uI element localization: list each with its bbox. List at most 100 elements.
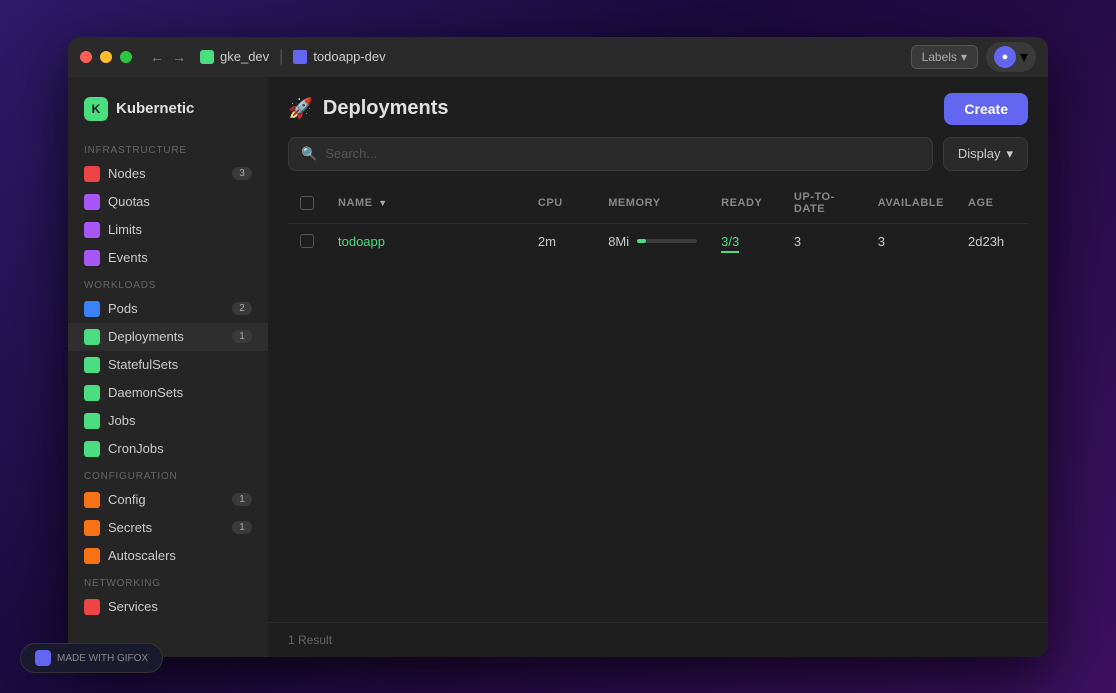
gifox-label: MADE WITH GIFOX: [57, 653, 148, 664]
page-title: Deployments: [323, 97, 935, 120]
memory-bar-fill: [637, 239, 646, 243]
th-available[interactable]: AVAILABLE: [866, 183, 956, 224]
jobs-icon: [84, 413, 100, 429]
statefulsets-label: StatefulSets: [108, 357, 252, 372]
cluster-name[interactable]: gke_dev: [220, 49, 269, 64]
deployments-icon: [84, 329, 100, 345]
table-container: NAME ▼ CPU MEMORY READY: [268, 183, 1048, 622]
gifox-icon: [35, 650, 51, 666]
ready-badge: 3/3: [721, 234, 739, 253]
sidebar-item-limits[interactable]: Limits: [68, 216, 268, 244]
memory-value: 8Mi: [608, 234, 629, 249]
row-age: 2d23h: [956, 223, 1028, 259]
nodes-badge: 3: [232, 167, 252, 180]
back-button[interactable]: ←: [150, 49, 164, 65]
th-uptodate[interactable]: UP-TO-DATE: [782, 183, 866, 224]
sidebar-item-pods[interactable]: Pods 2: [68, 295, 268, 323]
avatar-icon: ●: [1002, 51, 1009, 63]
row-cpu: 2m: [526, 223, 596, 259]
main-header: 🚀 Deployments Create: [268, 77, 1048, 137]
config-icon: [84, 492, 100, 508]
deployment-link[interactable]: todoapp: [338, 234, 385, 249]
sidebar-item-secrets[interactable]: Secrets 1: [68, 514, 268, 542]
forward-button[interactable]: →: [172, 49, 186, 65]
titlebar-right: Labels ▾ ● ▾: [911, 42, 1036, 72]
config-badge: 1: [232, 493, 252, 506]
autoscalers-label: Autoscalers: [108, 548, 252, 563]
th-name[interactable]: NAME ▼: [326, 183, 526, 224]
navigation-arrows: ← →: [150, 49, 186, 65]
select-all-checkbox[interactable]: [300, 196, 314, 210]
sidebar-item-nodes[interactable]: Nodes 3: [68, 160, 268, 188]
breadcrumb: gke_dev | todoapp-dev: [200, 48, 386, 66]
section-configuration: Configuration: [68, 463, 268, 486]
pods-badge: 2: [232, 302, 252, 315]
pods-label: Pods: [108, 301, 224, 316]
secrets-label: Secrets: [108, 520, 224, 535]
row-ready: 3/3: [709, 223, 782, 259]
row-available: 3: [866, 223, 956, 259]
section-workloads: Workloads: [68, 272, 268, 295]
search-icon: 🔍: [301, 146, 317, 162]
avatar: ●: [994, 46, 1016, 68]
jobs-label: Jobs: [108, 413, 252, 428]
sidebar-item-quotas[interactable]: Quotas: [68, 188, 268, 216]
secrets-icon: [84, 520, 100, 536]
create-button[interactable]: Create: [944, 93, 1028, 125]
labels-dropdown[interactable]: Labels ▾: [911, 45, 978, 69]
breadcrumb-separator: |: [279, 48, 283, 66]
search-box: 🔍: [288, 137, 933, 171]
result-count: 1 Result: [288, 633, 332, 647]
display-label: Display: [958, 146, 1001, 161]
search-input[interactable]: [325, 146, 920, 161]
nodes-label: Nodes: [108, 166, 224, 181]
gifox-badge: MADE WITH GIFOX: [20, 643, 163, 673]
deployments-label: Deployments: [108, 329, 224, 344]
sidebar-item-events[interactable]: Events: [68, 244, 268, 272]
user-menu[interactable]: ● ▾: [986, 42, 1036, 72]
sidebar-item-deployments[interactable]: Deployments 1: [68, 323, 268, 351]
limits-label: Limits: [108, 222, 252, 237]
sidebar-item-jobs[interactable]: Jobs: [68, 407, 268, 435]
quotas-icon: [84, 194, 100, 210]
deployments-badge: 1: [232, 330, 252, 343]
sidebar-item-daemonsets[interactable]: DaemonSets: [68, 379, 268, 407]
sidebar-item-config[interactable]: Config 1: [68, 486, 268, 514]
traffic-light-minimize[interactable]: [100, 51, 112, 63]
brand-icon: K: [84, 97, 108, 121]
cronjobs-label: CronJobs: [108, 441, 252, 456]
page-title-icon: 🚀: [288, 96, 313, 121]
sidebar: K Kubernetic Infrastructure Nodes 3 Quot…: [68, 77, 268, 657]
namespace-name[interactable]: todoapp-dev: [313, 49, 385, 64]
row-checkbox[interactable]: [300, 234, 314, 248]
daemonsets-icon: [84, 385, 100, 401]
sidebar-item-services[interactable]: Services: [68, 593, 268, 621]
th-checkbox: [288, 183, 326, 224]
traffic-light-close[interactable]: [80, 51, 92, 63]
sidebar-item-cronjobs[interactable]: CronJobs: [68, 435, 268, 463]
services-icon: [84, 599, 100, 615]
display-button[interactable]: Display ▾: [943, 137, 1028, 171]
deployments-table: NAME ▼ CPU MEMORY READY: [288, 183, 1028, 259]
th-cpu[interactable]: CPU: [526, 183, 596, 224]
content-area: K Kubernetic Infrastructure Nodes 3 Quot…: [68, 77, 1048, 657]
config-label: Config: [108, 492, 224, 507]
th-ready[interactable]: READY: [709, 183, 782, 224]
app-brand: K Kubernetic: [68, 89, 268, 137]
secrets-badge: 1: [232, 521, 252, 534]
display-chevron-icon: ▾: [1006, 146, 1013, 162]
services-label: Services: [108, 599, 252, 614]
sidebar-item-autoscalers[interactable]: Autoscalers: [68, 542, 268, 570]
th-memory[interactable]: MEMORY: [596, 183, 709, 224]
labels-label: Labels: [922, 50, 957, 64]
brand-name: Kubernetic: [116, 100, 194, 117]
quotas-label: Quotas: [108, 194, 252, 209]
row-uptodate: 3: [782, 223, 866, 259]
sidebar-item-statefulsets[interactable]: StatefulSets: [68, 351, 268, 379]
autoscalers-icon: [84, 548, 100, 564]
traffic-light-maximize[interactable]: [120, 51, 132, 63]
row-memory: 8Mi: [596, 223, 709, 259]
cronjobs-icon: [84, 441, 100, 457]
cluster-icon: [200, 50, 214, 64]
th-age[interactable]: AGE: [956, 183, 1028, 224]
